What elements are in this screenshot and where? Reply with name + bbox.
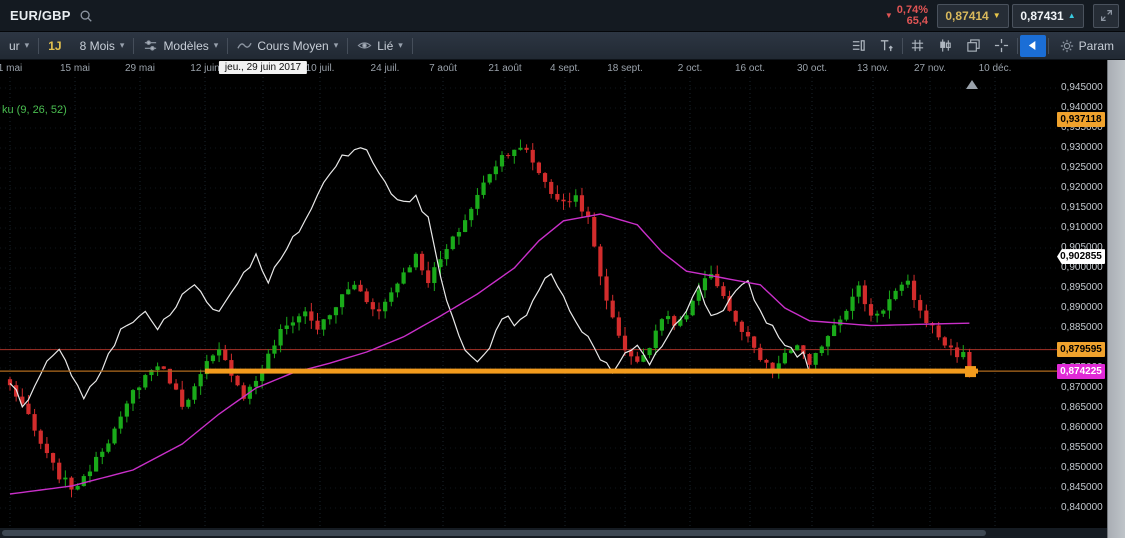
y-axis-label: 0,870000 — [1061, 382, 1103, 393]
change-points: 65,4 — [906, 14, 928, 27]
buy-button[interactable]: 0,87431 ▲ — [1012, 3, 1084, 28]
linked-label: Lié — [377, 38, 394, 53]
moving-average-line — [9, 213, 970, 495]
x-axis-label: 1 mai — [0, 63, 23, 74]
models-dropdown[interactable]: Modèles ▾ — [134, 32, 227, 59]
separator — [1016, 37, 1018, 54]
buy-arrow-up-icon: ▲ — [1067, 10, 1076, 20]
x-axis-label: 29 mai — [124, 63, 156, 74]
settings-button[interactable]: Param — [1051, 32, 1123, 59]
x-axis-label: 21 août — [488, 63, 522, 74]
y-axis-label: 0,925000 — [1061, 162, 1103, 173]
down-triangle-icon: ▼ — [884, 10, 893, 20]
band-end-marker — [965, 366, 976, 378]
y-axis-label: 0,930000 — [1061, 142, 1103, 153]
moving-average-icon — [237, 38, 252, 53]
chart-canvas[interactable] — [0, 60, 1057, 528]
y-axis-label: 0,945000 — [1061, 82, 1103, 93]
x-axis-label: 18 sept. — [607, 63, 643, 74]
chart-layout-icon[interactable] — [846, 35, 872, 57]
chart-area: 1 mai 15 mai 29 mai 12 juin 10 juil. 24 juil.… — [0, 60, 1125, 538]
y-axis-label: 0,855000 — [1061, 442, 1103, 453]
range-label: 8 Mois — [79, 38, 115, 53]
y-axis-label: 0,920000 — [1061, 182, 1103, 193]
y-axis-label: 0,890000 — [1061, 302, 1103, 313]
separator — [1047, 37, 1049, 54]
search-icon[interactable] — [79, 9, 93, 23]
y-axis-label: 0,850000 — [1061, 462, 1103, 473]
scroll-position-marker — [966, 80, 978, 89]
models-icon — [143, 38, 158, 53]
x-axis-label: 10 déc. — [978, 63, 1012, 74]
models-label: Modèles — [163, 38, 209, 53]
right-panel-strip[interactable] — [1107, 60, 1125, 538]
candlestick-type-icon[interactable] — [933, 35, 959, 57]
price-tag: 0,879595 — [1057, 342, 1105, 358]
chart-toolbar: ur ▾ 1J 8 Mois ▾ Modèles ▾ Cours Moyen ▾ — [0, 32, 1125, 60]
change-percent: 0,74% — [896, 3, 928, 16]
price-tag: 0,937118 — [1057, 112, 1105, 128]
x-axis-label: 7 août — [429, 63, 457, 74]
price-axis[interactable]: 0,945000 0,940000 0,935000 0,930000 0,925000… — [1057, 60, 1107, 528]
expand-button[interactable] — [1093, 3, 1119, 28]
horizontal-scrollbar[interactable] — [0, 528, 1107, 538]
moving-average-label: Cours Moyen — [257, 38, 329, 53]
chevron-down-icon: ▾ — [398, 40, 403, 50]
x-axis-label: 13 nov. — [856, 63, 890, 74]
x-axis-label: 2 oct. — [677, 63, 703, 74]
layers-icon[interactable] — [961, 35, 987, 57]
expand-icon — [1100, 9, 1113, 22]
scrollbar-handle[interactable] — [2, 530, 986, 536]
y-axis-label: 0,910000 — [1061, 222, 1103, 233]
gear-icon — [1060, 39, 1074, 53]
grid-icon[interactable] — [905, 35, 931, 57]
price-tag: 0,874225 — [1057, 363, 1105, 379]
sell-arrow-down-icon: ▼ — [992, 10, 1001, 20]
crosshair-icon[interactable] — [989, 35, 1015, 57]
pointer-tool-icon[interactable] — [1019, 34, 1046, 57]
range-dropdown[interactable]: 8 Mois ▾ — [71, 32, 134, 59]
settings-label: Param — [1078, 38, 1114, 53]
x-axis-label: 24 juil. — [370, 63, 400, 74]
y-axis-label: 0,885000 — [1061, 322, 1103, 333]
ichimoku-indicator-label: ku (9, 26, 52) — [2, 104, 67, 116]
x-axis-label: 27 nov. — [913, 63, 947, 74]
sell-price: 0,87414 — [945, 8, 989, 23]
candles-layer — [7, 139, 972, 498]
y-axis-label: 0,840000 — [1061, 502, 1103, 513]
separator — [901, 37, 903, 54]
timeframe-button[interactable]: 1J — [39, 32, 70, 59]
text-tool-icon[interactable] — [874, 35, 900, 57]
sell-button[interactable]: 0,87414 ▼ — [937, 3, 1009, 28]
instrument-title: EUR/GBP — [10, 8, 71, 23]
eye-icon — [357, 38, 372, 53]
price-change: ▼ 0,74% 65,4 — [884, 3, 928, 27]
y-axis-label: 0,860000 — [1061, 422, 1103, 433]
chevron-down-icon: ▾ — [119, 40, 125, 50]
y-axis-label: 0,845000 — [1061, 482, 1103, 493]
y-axis-label: 0,895000 — [1061, 282, 1103, 293]
top-bar: EUR/GBP ▼ 0,74% 65,4 0,87414 ▼ 0,87431 ▲ — [0, 0, 1125, 32]
timeframe-label: 1J — [48, 38, 62, 53]
y-axis-label: 0,865000 — [1061, 402, 1103, 413]
x-axis-label: 10 juil. — [305, 63, 335, 74]
y-axis-label: 0,915000 — [1061, 202, 1103, 213]
chevron-down-icon: ▾ — [333, 40, 339, 50]
linked-dropdown[interactable]: Lié ▾ — [348, 32, 412, 59]
x-axis-label: 12 juin — [190, 63, 220, 74]
x-axis-label: 30 oct. — [796, 63, 828, 74]
chevron-down-icon: ▾ — [24, 40, 30, 50]
separator — [411, 37, 413, 54]
x-axis-label: 4 sept. — [549, 63, 581, 74]
moving-average-dropdown[interactable]: Cours Moyen ▾ — [228, 32, 347, 59]
color-dropdown-cut[interactable]: ur ▾ — [0, 32, 38, 59]
price-tag: 0,902855 — [1057, 249, 1105, 265]
chevron-down-icon: ▾ — [213, 40, 219, 50]
buy-price: 0,87431 — [1020, 8, 1064, 23]
crosshair-date-tooltip: jeu., 29 juin 2017 — [218, 61, 308, 74]
x-axis-label: 16 oct. — [734, 63, 766, 74]
support-band — [205, 368, 978, 374]
color-dropdown-label: ur — [9, 38, 20, 53]
x-axis-label: 15 mai — [59, 63, 91, 74]
